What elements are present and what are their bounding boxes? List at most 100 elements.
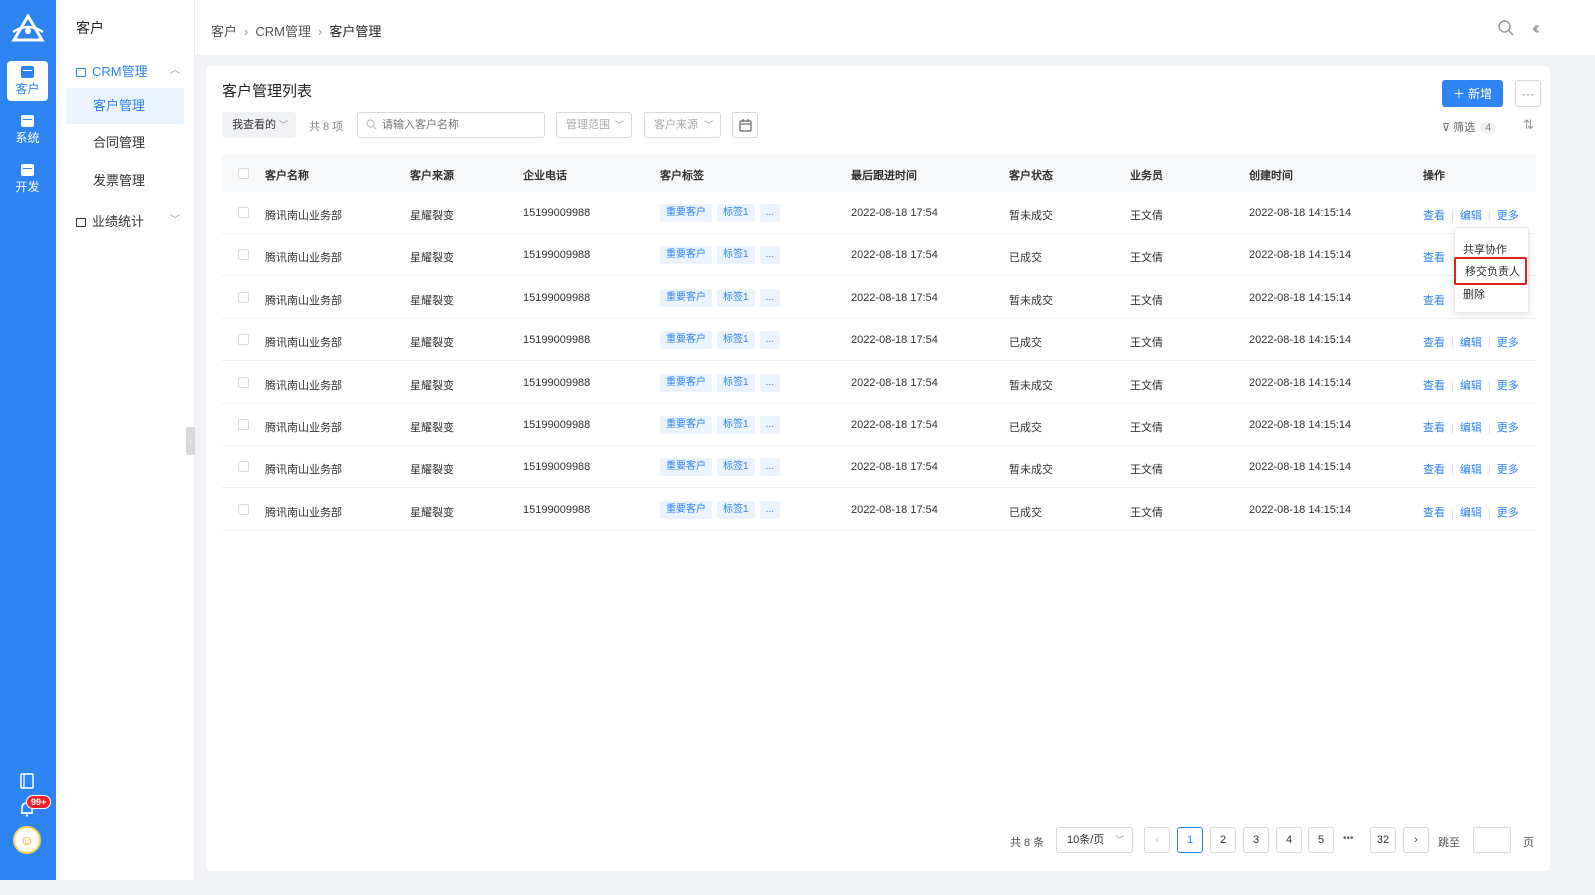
breadcrumb-item[interactable]: 客户	[211, 24, 237, 39]
customer-tag: 标签1	[717, 288, 755, 307]
page-button[interactable]: 4	[1276, 827, 1302, 853]
edit-link[interactable]: 编辑	[1460, 337, 1482, 349]
actions-cell: 查看 | 编辑 | 更多	[1423, 379, 1519, 392]
view-link[interactable]: 查看	[1423, 252, 1445, 264]
page-button[interactable]: 1	[1177, 827, 1203, 853]
edit-link[interactable]: 编辑	[1460, 210, 1482, 222]
column-header[interactable]: 客户标签	[660, 167, 704, 183]
collapse-icon[interactable]: ‹‹	[1532, 18, 1540, 39]
view-link[interactable]: 查看	[1423, 464, 1445, 476]
plus-icon: ＋	[1452, 87, 1469, 101]
sidebar-item-invoice-mgmt[interactable]: 发票管理	[66, 163, 184, 199]
filter-toggle[interactable]: ⊽ 筛选 4	[1442, 119, 1497, 135]
edit-link[interactable]: 编辑	[1460, 380, 1482, 392]
scope-filter-select[interactable]: 管理范围 ﹀	[556, 112, 632, 138]
rail-item-customer[interactable]: 客户	[7, 61, 48, 101]
calendar-button[interactable]	[732, 112, 758, 138]
customer-tag: 标签1	[717, 204, 755, 222]
more-link[interactable]: 更多	[1497, 380, 1519, 392]
menu-group-crm[interactable]: CRM管理 ︿	[76, 61, 180, 81]
menu-item-delete[interactable]: 删除	[1463, 286, 1485, 302]
menu-group-performance[interactable]: 业绩统计 ﹀	[76, 211, 180, 231]
select-all-checkbox[interactable]	[238, 168, 249, 179]
logo-icon[interactable]	[11, 14, 45, 44]
view-link[interactable]: 查看	[1423, 507, 1445, 519]
more-link[interactable]: 更多	[1497, 507, 1519, 519]
view-link[interactable]: 查看	[1423, 337, 1445, 349]
breadcrumb-item[interactable]: CRM管理	[255, 24, 311, 39]
salesperson-cell: 王文倩	[1130, 379, 1163, 392]
row-checkbox[interactable]	[238, 334, 249, 346]
menu-item-transfer-owner[interactable]: 移交负责人	[1454, 257, 1527, 285]
chevron-down-icon: ﹀	[278, 120, 288, 130]
more-link[interactable]: 更多	[1497, 422, 1519, 434]
view-link[interactable]: 查看	[1423, 210, 1445, 222]
row-checkbox[interactable]	[238, 291, 249, 303]
created-time-cell: 2022-08-18 14:15:14	[1249, 334, 1352, 347]
column-header[interactable]: 创建时间	[1249, 167, 1293, 183]
source-cell: 星耀裂变	[410, 379, 454, 392]
sidebar-item-contract-mgmt[interactable]: 合同管理	[66, 125, 184, 161]
column-header[interactable]: 客户来源	[410, 167, 454, 183]
page-button[interactable]: 32	[1370, 827, 1396, 853]
source-filter-select[interactable]: 客户来源 ﹀	[644, 112, 721, 138]
search-icon[interactable]	[1497, 19, 1515, 37]
dev-icon	[21, 164, 34, 176]
page-button[interactable]: 5	[1308, 827, 1334, 853]
sidebar-collapse-handle[interactable]: ‹	[186, 427, 195, 455]
tags-cell: 重要客户 标签1...	[660, 416, 785, 434]
page-size-select[interactable]: 10条/页 ﹀	[1056, 827, 1133, 853]
status-cell: 已成交	[1009, 422, 1042, 434]
rail-item-dev[interactable]: 开发	[7, 159, 48, 199]
row-checkbox[interactable]	[238, 207, 249, 218]
page-button[interactable]: 2	[1210, 827, 1236, 853]
row-checkbox[interactable]	[238, 503, 249, 515]
customer-tag: 重要客户	[660, 458, 712, 477]
edit-link[interactable]: 编辑	[1460, 422, 1482, 434]
edit-link[interactable]: 编辑	[1460, 507, 1482, 519]
column-header[interactable]: 客户状态	[1009, 167, 1053, 183]
book-icon[interactable]	[20, 773, 34, 789]
column-header[interactable]: 业务员	[1130, 167, 1163, 183]
page-button[interactable]: 3	[1243, 827, 1269, 853]
customer-tag: ...	[759, 331, 780, 350]
view-link[interactable]: 查看	[1423, 295, 1445, 307]
status-cell: 已成交	[1009, 337, 1042, 350]
edit-link[interactable]: 编辑	[1460, 464, 1482, 476]
add-button[interactable]: ＋ 新增	[1442, 80, 1503, 107]
last-follow-cell: 2022-08-18 17:54	[851, 461, 938, 474]
status-cell: 暂未成交	[1009, 464, 1053, 477]
page-ellipsis[interactable]: •••	[1343, 833, 1354, 844]
more-link[interactable]: 更多	[1497, 464, 1519, 476]
search-input[interactable]	[357, 112, 545, 138]
row-checkbox[interactable]	[238, 249, 249, 261]
more-link[interactable]: 更多	[1497, 337, 1519, 349]
view-link[interactable]: 查看	[1423, 380, 1445, 392]
customer-name-cell: 腾讯南山业务部	[265, 506, 342, 519]
row-checkbox[interactable]	[238, 461, 249, 473]
more-link[interactable]: 更多	[1497, 210, 1519, 222]
avatar[interactable]: ☺	[13, 826, 41, 854]
sort-icon[interactable]: ⇅	[1523, 117, 1534, 133]
customer-tag: 重要客户	[660, 373, 712, 392]
notification-badge: 99+	[26, 795, 52, 809]
column-header[interactable]: 最后跟进时间	[851, 167, 917, 183]
sidebar-item-customer-mgmt[interactable]: 客户管理	[66, 88, 184, 124]
last-follow-cell: 2022-08-18 17:54	[851, 249, 938, 262]
menu-item-share[interactable]: 共享协作	[1463, 241, 1507, 257]
chevron-up-icon: ︿	[170, 65, 180, 76]
view-link[interactable]: 查看	[1423, 422, 1445, 434]
secondary-sidebar: 客户 CRM管理 ︿ 客户管理 合同管理 发票管理 业绩统计 ﹀	[56, 0, 195, 880]
rail-item-system[interactable]: 系统	[7, 110, 48, 150]
prev-page-button[interactable]: ‹	[1144, 827, 1170, 853]
row-checkbox[interactable]	[238, 419, 249, 430]
jump-page-input[interactable]	[1473, 827, 1511, 853]
column-header[interactable]: 客户名称	[265, 167, 309, 183]
view-filter-select[interactable]: 我查看的 ﹀	[222, 112, 296, 138]
column-header[interactable]: 企业电话	[523, 167, 567, 183]
more-options-button[interactable]: ···	[1515, 80, 1541, 107]
next-page-button[interactable]: ›	[1403, 827, 1429, 853]
source-cell: 星耀裂变	[410, 210, 454, 222]
row-checkbox[interactable]	[238, 376, 249, 388]
tags-cell: 重要客户 标签1...	[660, 458, 785, 477]
